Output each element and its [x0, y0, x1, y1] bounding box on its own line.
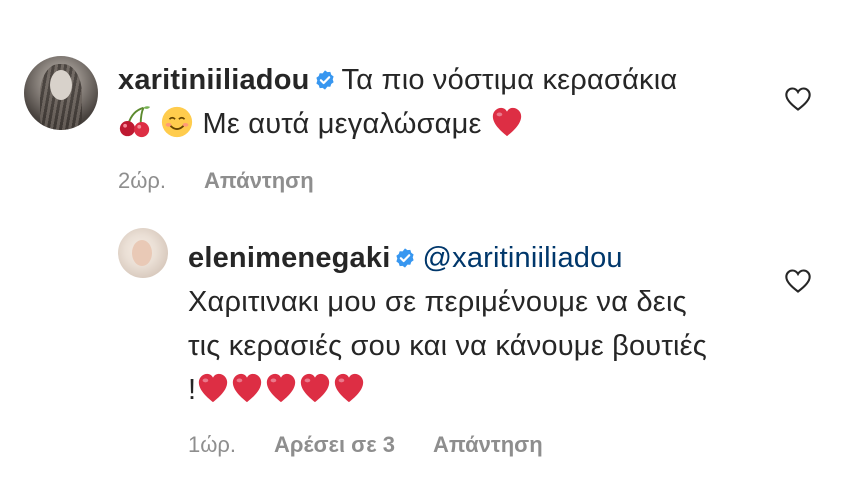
likes-count-button[interactable]: Αρέσει σε 3 — [274, 432, 395, 458]
comment-time[interactable]: 2ώρ. — [118, 168, 166, 194]
comment-username[interactable]: xaritiniiliadou — [118, 64, 310, 96]
verified-badge-icon — [396, 248, 415, 268]
reply-button[interactable]: Απάντηση — [433, 432, 543, 458]
reply-button[interactable]: Απάντηση — [204, 168, 314, 194]
comment-item: xaritiniiliadou Τα πιο νόστιμα κερασάκια … — [24, 56, 824, 194]
reply-item: elenimenegaki @xaritiniiliadou Χαριτινακι… — [118, 228, 818, 458]
red-heart-emoji — [233, 373, 262, 403]
red-heart-emoji — [199, 373, 228, 403]
red-heart-emoji — [492, 107, 522, 137]
red-heart-emoji — [267, 373, 296, 403]
red-heart-emoji — [335, 373, 364, 403]
avatar[interactable] — [118, 228, 168, 278]
mention-link[interactable]: @xaritiniiliadou — [422, 242, 622, 274]
comment-username[interactable]: elenimenegaki — [188, 242, 390, 274]
comment-text-part: Με αυτά μεγαλώσαμε — [202, 108, 482, 140]
avatar[interactable] — [24, 56, 98, 130]
comment-text: xaritiniiliadou Τα πιο νόστιμα κερασάκια … — [118, 58, 758, 146]
comment-text: elenimenegaki @xaritiniiliadou Χαριτινακι… — [188, 236, 708, 412]
cherries-emoji — [119, 106, 151, 138]
heart-outline-icon[interactable] — [784, 86, 812, 112]
comment-body: xaritiniiliadou Τα πιο νόστιμα κερασάκια … — [118, 58, 824, 194]
comment-meta: 2ώρ. Απάντηση — [118, 168, 824, 194]
heart-outline-icon[interactable] — [784, 268, 812, 294]
comment-text-part: Τα πιο νόστιμα κερασάκια — [341, 64, 678, 96]
verified-badge-icon — [315, 70, 334, 90]
comment-meta: 1ώρ. Αρέσει σε 3 Απάντηση — [188, 432, 818, 458]
comment-body: elenimenegaki @xaritiniiliadou Χαριτινακι… — [188, 236, 818, 458]
comment-time[interactable]: 1ώρ. — [188, 432, 236, 458]
red-heart-emoji — [301, 373, 330, 403]
smiling-face-emoji — [162, 106, 193, 138]
